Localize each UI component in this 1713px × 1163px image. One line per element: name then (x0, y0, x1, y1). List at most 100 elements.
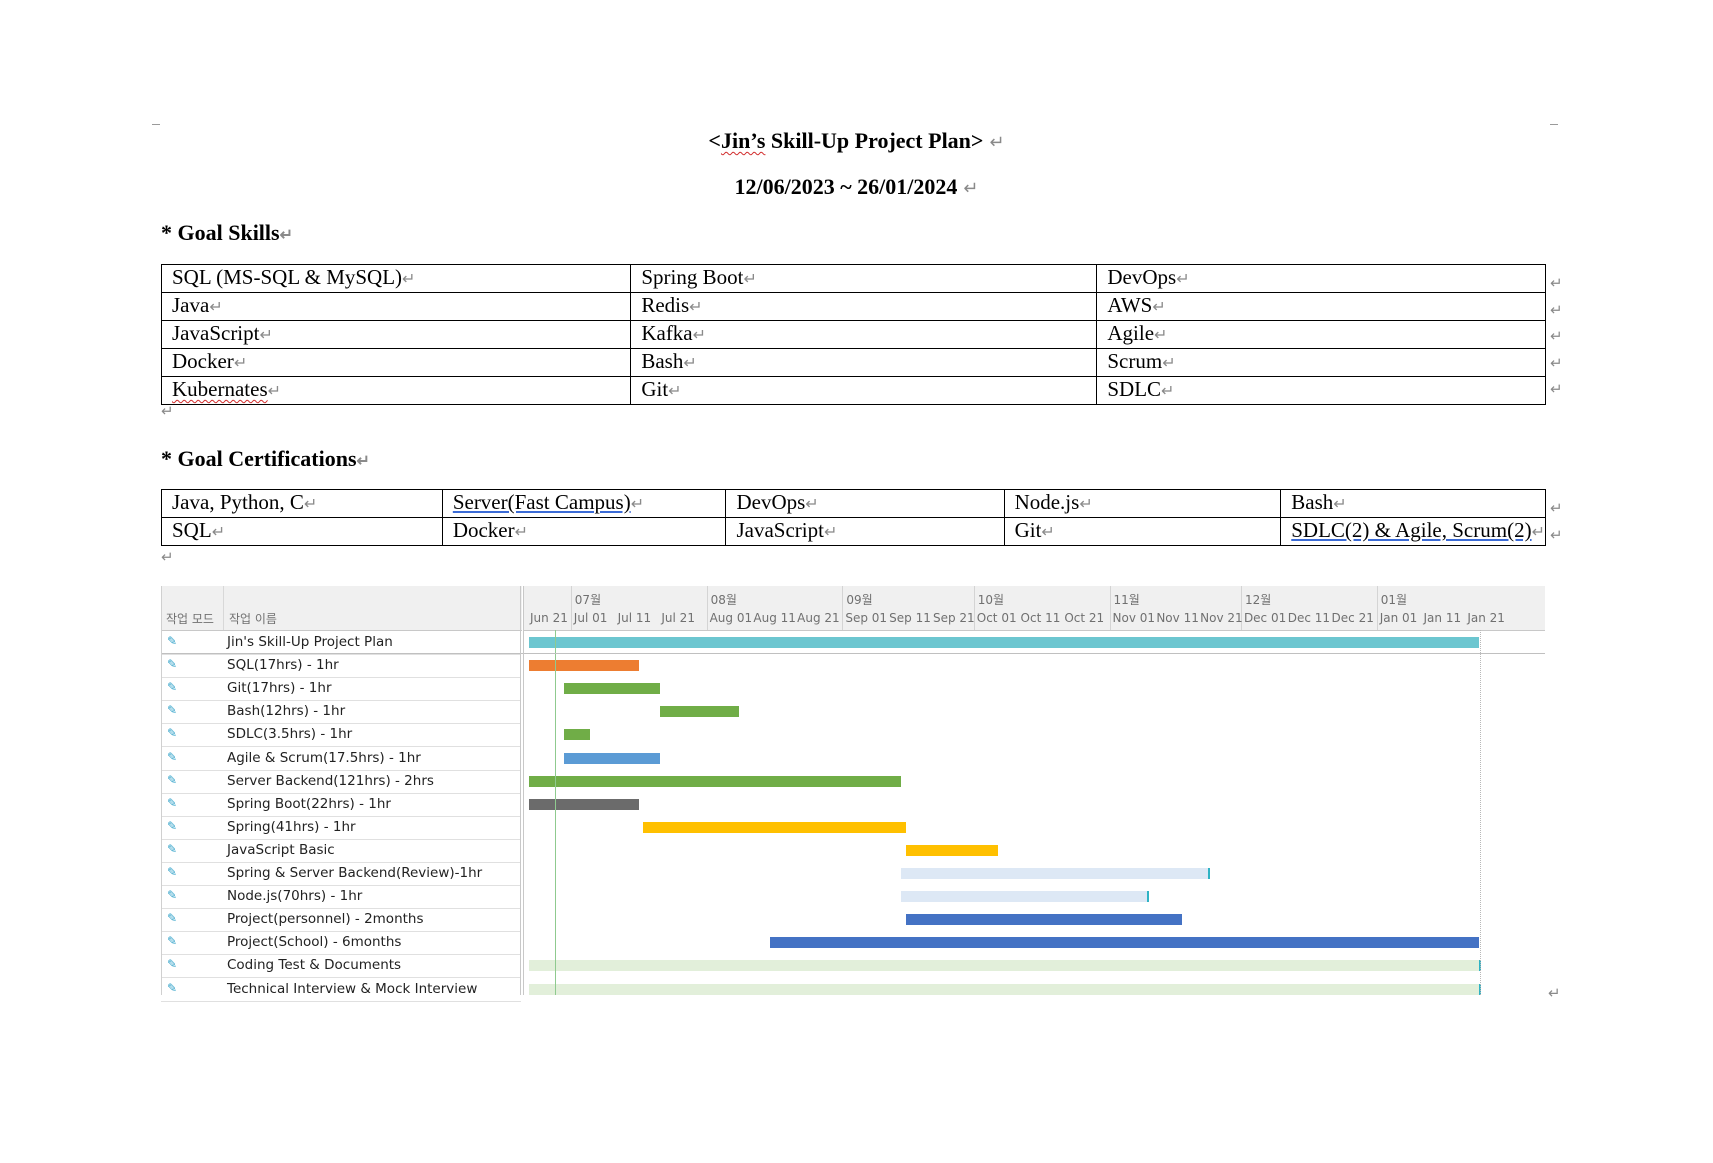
task-row[interactable]: ✎ Bash(12hrs) - 1hr (161, 700, 521, 725)
date-range-line: 12/06/2023 ~ 26/01/2024 ↵ (0, 174, 1713, 201)
task-row[interactable]: ✎ SDLC(3.5hrs) - 1hr (161, 723, 521, 748)
cell-mark-icon: ↵ (1154, 327, 1168, 344)
month-label: 08월 (710, 593, 737, 607)
skill-cell-text: Git (641, 377, 669, 401)
skill-cell: Bash↵ (630, 348, 1098, 377)
task-bar[interactable] (564, 683, 661, 695)
task-bar[interactable] (529, 637, 1480, 648)
skill-cell: Spring Boot↵ (630, 264, 1098, 293)
task-bar[interactable] (905, 914, 1182, 926)
cell-mark-icon: ↵ (1531, 524, 1545, 541)
skill-cell-text: AWS (1107, 293, 1153, 317)
task-row[interactable]: ✎ Agile & Scrum(17.5hrs) - 1hr (161, 747, 521, 771)
cell-mark-icon: ↵ (211, 524, 226, 541)
gantt-header-left: 작업 모드 작업 이름 (161, 586, 522, 631)
date-tick-label: Dec 21 (1331, 611, 1374, 625)
task-bar[interactable] (564, 752, 661, 764)
task-row[interactable]: ✎ Spring Boot(22hrs) - 1hr (161, 793, 521, 817)
skill-cell-text: JavaScript (172, 321, 260, 345)
grid-separator (520, 586, 521, 995)
skill-row: Kubernates↵ Git↵ SDLC↵ (160, 376, 1546, 405)
cell-mark-icon: ↵ (209, 299, 223, 316)
page-corner-mark-left (152, 124, 160, 125)
month-separator (706, 586, 708, 630)
task-bar[interactable] (529, 960, 1482, 972)
task-row[interactable]: ✎ JavaScript Basic (161, 839, 521, 863)
paragraph-mark-icon: ↵ (279, 227, 293, 244)
date-tick-label: Jul 21 (661, 611, 695, 625)
date-tick-label: Aug 21 (797, 611, 840, 625)
date-tick-label: Dec 11 (1287, 611, 1331, 625)
task-bar[interactable] (901, 868, 1210, 879)
cell-mark-icon: ↵ (259, 327, 273, 344)
cell-mark-icon: ↵ (303, 496, 318, 513)
goal-skills-heading-line: * Goal Skills↵ (161, 220, 293, 249)
project-end-line (1480, 630, 1482, 995)
date-tick-label: Oct 01 (976, 611, 1017, 625)
date-tick-label: Sep 01 (845, 611, 888, 625)
pin-icon: ✎ (167, 818, 178, 833)
cell-mark-icon: ↵ (1162, 355, 1176, 372)
cert-row: SQL↵ Docker↵ JavaScript↵ Git↵ SDLC(2) & Agil… (161, 517, 1546, 546)
cert-cell: Node.js↵ (1003, 489, 1282, 518)
date-tick-label: Oct 21 (1064, 611, 1105, 625)
task-row[interactable]: ✎ Spring & Server Backend(Review)-1hr (161, 862, 521, 886)
skill-cell: JavaScript↵ (160, 320, 632, 349)
task-row[interactable]: ✎ Server Backend(121hrs) - 2hrs (161, 770, 521, 794)
cert-cell: JavaScript↵ (725, 517, 1005, 546)
task-row[interactable]: ✎ Git(17hrs) - 1hr (161, 677, 521, 702)
task-bar[interactable] (529, 660, 639, 672)
task-name: Server Backend(121hrs) - 2hrs (227, 772, 434, 789)
task-row[interactable]: ✎ Project(personnel) - 2months (161, 908, 521, 933)
date-tick-label: Jul 01 (573, 611, 608, 625)
task-name: Bash(12hrs) - 1hr (227, 703, 346, 720)
date-tick-label: Sep 21 (932, 611, 975, 625)
skill-cell: SQL (MS-SQL & MySQL)↵ (160, 264, 632, 293)
task-bar[interactable] (642, 821, 906, 833)
row-end-mark-icon: ↵ (1550, 302, 1563, 319)
task-name: Project(personnel) - 2months (227, 911, 424, 928)
task-name: Coding Test & Documents (227, 957, 402, 974)
cert-cell-text: Docker (452, 518, 515, 542)
skill-cell: DevOps↵ (1096, 264, 1546, 293)
pin-icon: ✎ (167, 934, 178, 949)
goal-certifications-heading-line: * Goal Certifications↵ (161, 446, 370, 475)
skill-cell: Agile↵ (1096, 320, 1546, 349)
gantt-left-border (161, 586, 162, 995)
skill-cell-text: Bash (641, 349, 684, 373)
task-bar[interactable] (901, 891, 1149, 903)
task-bar[interactable] (529, 983, 1482, 995)
task-bar[interactable] (529, 775, 902, 787)
pin-icon: ✎ (167, 749, 178, 764)
skill-cell: Git↵ (630, 376, 1098, 405)
task-row[interactable]: ✎ SQL(17hrs) - 1hr (161, 654, 521, 679)
task-bar[interactable] (660, 706, 740, 718)
cell-mark-icon: ↵ (805, 496, 819, 513)
cert-cell-text: Node.js (1014, 490, 1080, 514)
skill-cell: Kafka↵ (630, 320, 1098, 349)
task-bar[interactable] (905, 844, 998, 856)
goal-certifications-table: Java, Python, C↵ Server(Fast Campus)↵ DevO… (161, 489, 1546, 546)
task-row[interactable]: ✎ Spring(41hrs) - 1hr (161, 816, 521, 840)
task-row[interactable]: ✎ Coding Test & Documents (161, 954, 521, 979)
month-separator (1109, 586, 1111, 630)
date-tick-label: Nov 11 (1156, 611, 1199, 625)
cert-cell-text: DevOps (736, 490, 806, 514)
date-range: 12/06/2023 ~ 26/01/2024 (734, 174, 958, 199)
cell-mark-icon: ↵ (1161, 383, 1175, 400)
goal-skills-table: SQL (MS-SQL & MySQL)↵ Spring Boot↵ DevOps↵… (160, 264, 1546, 405)
summary-row-divider (161, 653, 1545, 654)
cert-cell: Docker↵ (441, 517, 727, 546)
task-name: Project(School) - 6months (227, 934, 402, 951)
paragraph-mark-icon: ↵ (963, 178, 979, 198)
task-row[interactable]: ✎ Technical Interview & Mock Interview (161, 978, 521, 1002)
pin-icon: ✎ (167, 865, 178, 879)
month-label: 12월 (1244, 593, 1272, 607)
task-bar[interactable] (769, 937, 1480, 949)
task-row[interactable]: ✎ Jin's Skill-Up Project Plan (161, 631, 521, 655)
cell-mark-icon: ↵ (1176, 271, 1190, 288)
task-bar[interactable] (529, 798, 639, 810)
task-bar[interactable] (564, 729, 591, 741)
task-row[interactable]: ✎ Project(School) - 6months (161, 931, 521, 956)
task-row[interactable]: ✎ Node.js(70hrs) - 1hr (161, 885, 521, 910)
